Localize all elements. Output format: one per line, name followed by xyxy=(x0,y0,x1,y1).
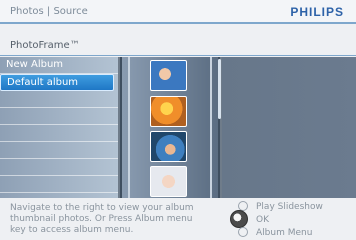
thumbnail-strip[interactable] xyxy=(120,57,220,198)
ok-knob-icon xyxy=(230,210,248,228)
album-item-empty[interactable] xyxy=(0,176,118,193)
album-label: Default album xyxy=(7,77,79,88)
ok-label: OK xyxy=(256,215,269,225)
album-item-empty[interactable] xyxy=(0,91,118,108)
bottom-panel: Navigate to the right to view your album… xyxy=(0,198,356,240)
album-item-empty[interactable] xyxy=(0,125,118,142)
thumbnail-photo[interactable] xyxy=(150,131,187,162)
album-label: New Album xyxy=(6,59,64,70)
thumbnail-photo[interactable] xyxy=(150,60,187,91)
strip-rail-right xyxy=(210,57,212,198)
radio-icon xyxy=(238,227,248,237)
album-item-default-album[interactable]: Default album xyxy=(0,74,114,91)
strip-rail-left xyxy=(128,57,130,198)
device-bar: PhotoFrame™ xyxy=(0,38,356,56)
preview-area xyxy=(222,57,356,198)
album-item-empty[interactable] xyxy=(0,142,118,159)
device-title: PhotoFrame™ xyxy=(10,40,80,51)
control-legend: Play Slideshow OK Album Menu xyxy=(230,200,356,238)
play-slideshow-label: Play Slideshow xyxy=(256,202,323,212)
album-item-empty[interactable] xyxy=(0,159,118,176)
scrollbar[interactable] xyxy=(218,59,221,119)
thumbnail-photo[interactable] xyxy=(150,166,187,197)
album-item-new-album[interactable]: New Album xyxy=(0,57,118,74)
breadcrumb: Photos | Source xyxy=(10,6,88,17)
album-list: New Album Default album xyxy=(0,57,118,198)
help-text: Navigate to the right to view your album… xyxy=(10,203,194,235)
brand-logo: PHILIPS xyxy=(290,5,344,19)
top-header: Photos | Source PHILIPS xyxy=(0,0,356,24)
album-menu-label: Album Menu xyxy=(256,228,313,238)
main-panel: New Album Default album xyxy=(0,57,356,198)
thumbnail-photo[interactable] xyxy=(150,96,187,127)
album-item-empty[interactable] xyxy=(0,108,118,125)
